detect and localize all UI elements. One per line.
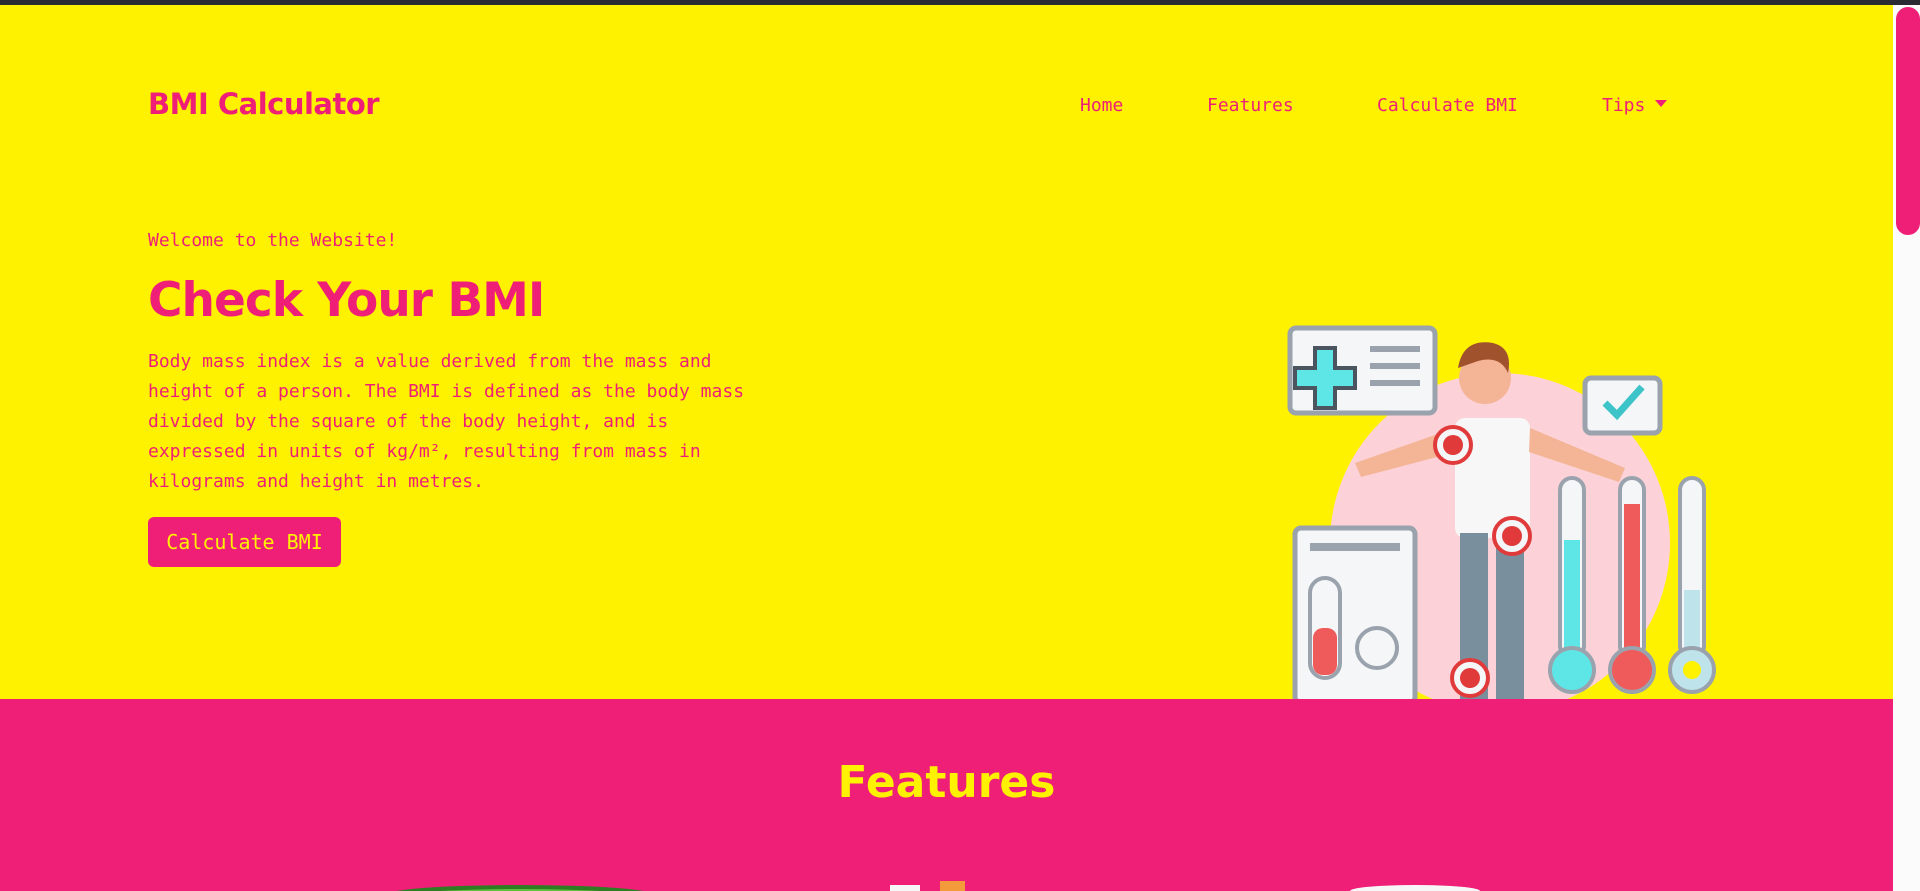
nav-calculate-bmi[interactable]: Calculate BMI — [1377, 95, 1518, 116]
nav-tips-label: Tips — [1602, 95, 1646, 116]
hero-description: Body mass index is a value derived from … — [148, 351, 745, 492]
checkmark-bubble-icon — [1582, 375, 1663, 436]
hero-title: Check Your BMI — [148, 273, 545, 328]
caret-down-icon — [1655, 100, 1668, 107]
feature-image-3 — [1350, 885, 1480, 891]
nav-home[interactable]: Home — [1080, 95, 1123, 116]
features-section: Features — [0, 699, 1893, 891]
page-scrollbar[interactable] — [1893, 5, 1920, 891]
thermometers-icon — [1548, 476, 1716, 694]
health-checkup-illustration — [1287, 325, 1716, 720]
features-title: Features — [837, 757, 1056, 808]
lab-report-icon — [1292, 525, 1418, 706]
nav-tips-dropdown[interactable]: Tips — [1602, 95, 1668, 116]
welcome-text: Welcome to the Website! — [148, 230, 398, 251]
medical-card-icon — [1287, 325, 1438, 416]
feature-image-1 — [396, 885, 644, 891]
scrollbar-thumb[interactable] — [1896, 7, 1920, 235]
nav-features[interactable]: Features — [1207, 95, 1294, 116]
feature-image-2 — [890, 881, 965, 891]
calculate-bmi-button[interactable]: Calculate BMI — [148, 517, 341, 567]
brand-logo[interactable]: BMI Calculator — [148, 87, 380, 121]
